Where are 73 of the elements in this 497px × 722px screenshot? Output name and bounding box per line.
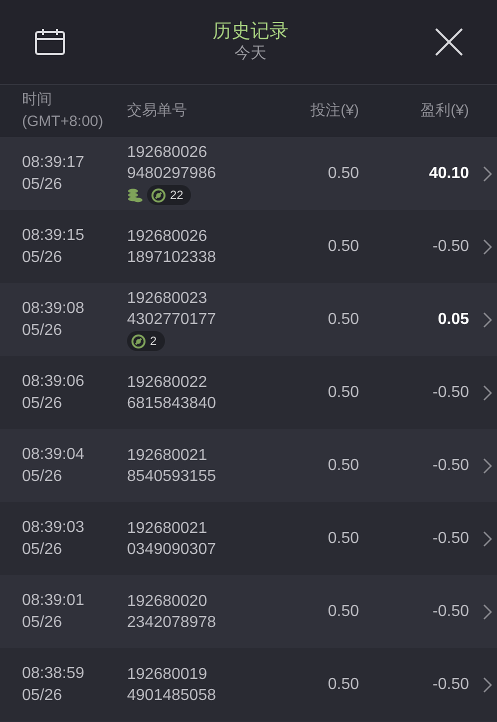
- transaction-id: 192680026: [127, 226, 208, 246]
- transaction-id: 192680022: [127, 372, 208, 392]
- transaction-id: 6815843840: [127, 394, 217, 414]
- transaction-id: 9480297986: [127, 164, 217, 184]
- column-header: 盈利(¥): [420, 101, 469, 121]
- profit-amount: 40.10: [428, 164, 469, 184]
- row-time: 08:39:08: [22, 298, 86, 318]
- history-row[interactable]: 08:39:06 05/26 192680022 6815843840 0.50 -0.50: [0, 356, 497, 429]
- profit-amount: -0.50: [432, 236, 469, 256]
- history-row[interactable]: 08:38:59 05/26 192680019 4901485058 0.50 -0.50: [0, 648, 497, 721]
- chevron-right-icon[interactable]: [483, 384, 492, 400]
- row-date: 05/26: [22, 394, 64, 414]
- history-row[interactable]: 08:39:15 05/26 192680026 1897102338 0.50 -0.50: [0, 210, 497, 283]
- chevron-right-icon[interactable]: [483, 458, 492, 474]
- bet-amount: 0.50: [326, 602, 359, 622]
- calendar-icon[interactable]: [34, 28, 66, 56]
- transaction-id: 192680021: [127, 446, 208, 466]
- profit-amount: -0.50: [432, 382, 469, 402]
- page-title: 历史记录: [212, 20, 288, 44]
- transaction-id: 1897102338: [127, 248, 217, 268]
- column-header: 交易单号: [127, 101, 188, 121]
- chevron-right-icon[interactable]: [483, 530, 492, 546]
- bet-amount: 0.50: [326, 236, 359, 256]
- chevron-right-icon[interactable]: [483, 604, 492, 620]
- row-date: 05/26: [22, 686, 64, 706]
- close-icon[interactable]: [435, 28, 463, 56]
- row-date: 05/26: [22, 320, 64, 340]
- row-time: 08:39:15: [22, 226, 86, 246]
- transaction-id: 192680020: [127, 592, 208, 612]
- coins-icon: [127, 188, 143, 202]
- bet-amount: 0.50: [326, 528, 359, 548]
- chevron-right-icon[interactable]: [483, 166, 492, 182]
- bet-amount: 0.50: [326, 674, 359, 694]
- column-header: 投注(¥): [310, 101, 359, 121]
- profit-amount: -0.50: [432, 528, 469, 548]
- transaction-id: 4302770177: [127, 310, 217, 330]
- row-date: 05/26: [22, 612, 64, 632]
- row-time: 08:39:04: [22, 444, 86, 464]
- spin-icon: [131, 334, 146, 348]
- chevron-right-icon[interactable]: [483, 312, 492, 328]
- row-date: 05/26: [22, 248, 64, 268]
- transaction-id: 192680021: [127, 518, 208, 538]
- row-time: 08:39:06: [22, 372, 86, 392]
- profit-amount: -0.50: [432, 456, 469, 476]
- spin-count-badge: 2: [127, 331, 165, 351]
- spin-icon: [151, 188, 166, 202]
- bet-amount: 0.50: [326, 456, 359, 476]
- profit-amount: 0.05: [436, 310, 469, 330]
- transaction-id: 192680023: [127, 289, 208, 309]
- history-row[interactable]: 08:39:03 05/26 192680021 0349090307 0.50 -0.50: [0, 502, 497, 575]
- row-date: 05/26: [22, 540, 64, 560]
- spin-count-badge: 22: [147, 185, 192, 205]
- row-time: 08:39:03: [22, 518, 86, 538]
- bet-amount: 0.50: [326, 382, 359, 402]
- transaction-id: 4901485058: [127, 686, 217, 706]
- transaction-id: 2342078978: [127, 612, 217, 632]
- row-time: 08:39:01: [22, 590, 86, 610]
- row-time: 08:39:17: [22, 152, 86, 172]
- row-time: 08:38:59: [22, 664, 86, 684]
- profit-amount: -0.50: [432, 674, 469, 694]
- row-date: 05/26: [22, 174, 64, 194]
- transaction-id: 0349090307: [127, 540, 217, 560]
- column-header: 时间 (GMT+8:00): [22, 90, 104, 132]
- chevron-right-icon[interactable]: [483, 238, 492, 254]
- transaction-id: 192680026: [127, 143, 208, 163]
- chevron-right-icon[interactable]: [483, 676, 492, 692]
- transaction-id: 8540593155: [127, 466, 217, 486]
- row-date: 05/26: [22, 466, 64, 486]
- bet-amount: 0.50: [326, 164, 359, 184]
- page-subtitle: 今天: [234, 44, 266, 64]
- bet-amount: 0.50: [326, 310, 359, 330]
- transaction-id: 192680019: [127, 664, 208, 684]
- profit-amount: -0.50: [432, 602, 469, 622]
